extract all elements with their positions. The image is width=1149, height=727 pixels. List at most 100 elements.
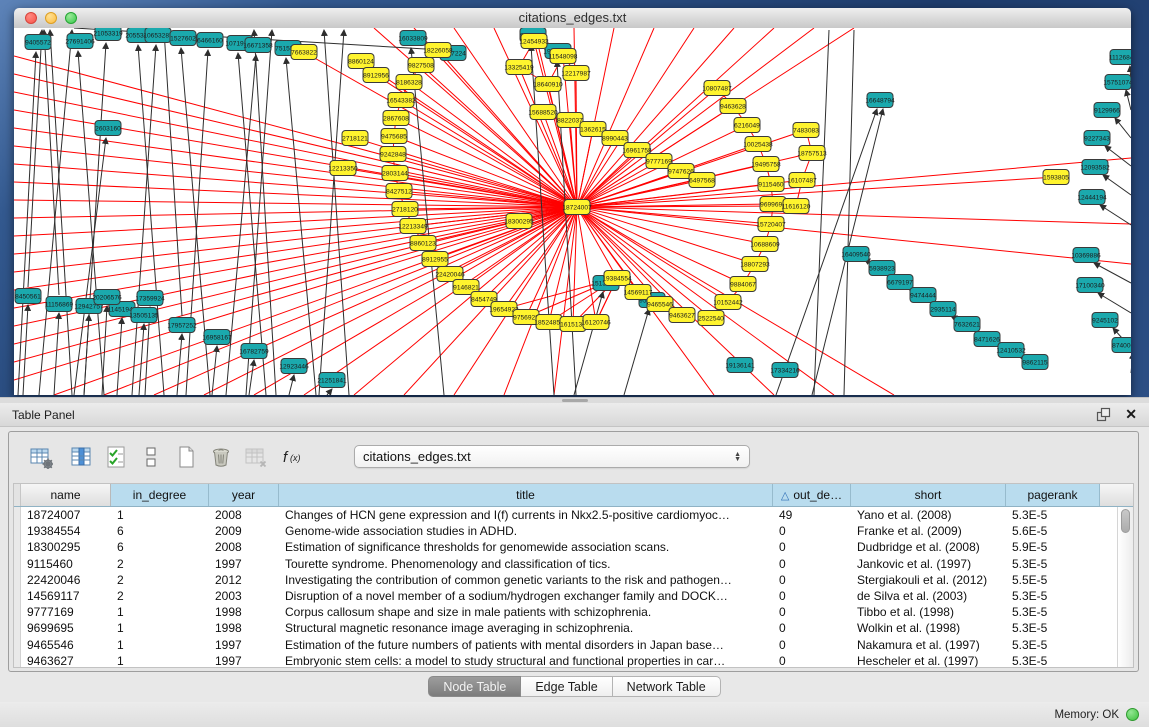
graph-node[interactable]: 16107487 [787,173,817,188]
graph-node[interactable]: 9827508 [408,58,434,73]
graph-node[interactable]: 2718121 [342,131,368,146]
graph-node[interactable]: 10152442 [713,295,743,310]
tab-network-table[interactable]: Network Table [613,676,721,697]
graph-node[interactable]: 8740069 [1112,338,1131,353]
graph-node[interactable]: 8427512 [386,184,412,199]
graph-node[interactable]: 7632621 [954,317,980,332]
column-visibility-icon[interactable] [67,443,94,470]
graph-node[interactable]: 10807487 [702,81,732,96]
table-row[interactable]: 946362711997Embryonic stem cells: a mode… [14,653,1133,668]
row-selection-icon[interactable] [102,443,129,470]
graph-node[interactable]: 10025438 [743,137,773,152]
graph-node[interactable]: 2603160 [95,121,121,136]
column-header-out_degree[interactable]: △out_de… [773,484,851,506]
graph-node[interactable]: 19384554 [602,271,632,286]
graph-node[interactable]: 13325419 [504,60,534,75]
graph-node[interactable]: 11616120 [782,199,811,214]
graph-node[interactable]: 16782759 [239,344,269,359]
graph-node[interactable]: 16958167 [202,330,232,345]
graph-node[interactable]: 9463627 [669,308,695,323]
graph-node[interactable]: 9242848 [380,147,406,162]
column-header-title[interactable]: title [279,484,773,506]
graph-node[interactable]: 12410532 [996,343,1026,358]
graph-node[interactable]: 10688609 [750,237,780,252]
graph-node[interactable]: 16033809 [398,31,428,46]
graph-node[interactable]: 8822037 [557,113,583,128]
column-header-short[interactable]: short [851,484,1006,506]
graph-node[interactable]: 18640910 [533,77,563,92]
table-row[interactable]: 946554611997Estimation of the future num… [14,637,1133,653]
tab-edge-table[interactable]: Edge Table [521,676,612,697]
graph-node[interactable]: 15720407 [756,217,786,232]
graph-node[interactable]: 2867608 [383,111,409,126]
graph-node[interactable]: 9405572 [25,35,51,50]
graph-node[interactable]: 1593805 [1043,170,1069,185]
vertical-scrollbar[interactable] [1117,507,1133,667]
graph-node[interactable]: 16671358 [243,38,273,53]
graph-node[interactable]: 8860124 [348,54,374,69]
graph-node[interactable]: 16120746 [581,315,611,330]
graph-node[interactable]: 6466160 [197,33,223,48]
graph-node[interactable]: 11126842 [1109,50,1131,65]
graph-node[interactable]: 8912955 [422,252,448,267]
graph-node[interactable]: 18757513 [797,146,827,161]
graph-node[interactable]: 7663822 [291,45,317,60]
graph-node[interactable]: 1527602 [170,31,196,46]
graph-node[interactable]: 18300295 [504,214,534,229]
graph-node[interactable]: 7483083 [793,123,819,138]
table-mode-icon[interactable] [27,443,54,470]
graph-node[interactable]: 12213349 [398,219,428,234]
graph-node[interactable]: 8471626 [974,332,1000,347]
graph-node[interactable]: 9474444 [910,288,936,303]
graph-node[interactable]: 21053319 [93,28,123,41]
network-canvas[interactable]: 9405572276914062105331920553467106532871… [14,28,1131,395]
graph-node[interactable]: 15751074 [1103,75,1131,90]
graph-node[interactable]: 8990443 [602,131,628,146]
column-header-pagerank[interactable]: pagerank [1006,484,1100,506]
graph-node[interactable]: 16543382 [386,93,416,108]
table-row[interactable]: 911546021997Tourette syndrome. Phenomeno… [14,556,1133,572]
graph-node[interactable]: 6679197 [887,275,913,290]
tab-node-table[interactable]: Node Table [428,676,521,697]
graph-node[interactable]: 12213350 [328,161,358,176]
table-row[interactable]: 1830029562008Estimation of significance … [14,539,1133,555]
graph-node[interactable]: 9475685 [381,129,407,144]
graph-node[interactable]: 11548098 [549,49,578,64]
window-titlebar[interactable]: citations_edges.txt [14,8,1131,29]
graph-node[interactable]: 17957252 [167,318,197,333]
network-table-select[interactable]: citations_edges.txt▲▼ [354,445,750,468]
graph-node[interactable]: 2935114 [930,302,956,317]
float-panel-icon[interactable] [1096,407,1111,422]
graph-node[interactable]: 20206576 [92,290,122,305]
graph-node[interactable]: 17334216 [770,363,800,378]
graph-node[interactable]: 17359924 [135,291,165,306]
graph-node[interactable]: 15688520 [528,105,558,120]
column-header-year[interactable]: year [209,484,279,506]
graph-node[interactable]: 8186328 [396,75,422,90]
graph-node[interactable]: 21251841 [317,373,347,388]
graph-node[interactable]: 13505135 [129,308,159,323]
graph-node[interactable]: 6497568 [689,173,715,188]
function-builder-icon[interactable]: f(x) [279,443,306,470]
table-row[interactable]: 1872400712008Changes of HCN gene express… [14,507,1133,523]
graph-node[interactable]: 9115460 [758,177,784,192]
graph-node[interactable]: 8860123 [410,236,436,251]
graph-node[interactable]: 12093582 [1080,160,1110,175]
graph-node[interactable]: 9884067 [730,277,756,292]
close-panel-icon[interactable]: ✕ [1125,407,1137,422]
table-row[interactable]: 977716911998Corpus callosum shape and si… [14,604,1133,620]
graph-node[interactable]: 9129966 [1094,103,1120,118]
graph-node[interactable]: 9245102 [1092,313,1118,328]
graph-node[interactable]: 12454933 [519,34,549,49]
table-row[interactable]: 969969511998Structural magnetic resonanc… [14,620,1133,636]
graph-node[interactable]: 12217987 [561,66,591,81]
table-row[interactable]: 2242004622012Investigating the contribut… [14,572,1133,588]
row-height-icon[interactable] [137,443,164,470]
graph-node[interactable]: 19495758 [751,157,781,172]
graph-node[interactable]: 16409540 [841,247,871,262]
graph-node[interactable]: 5938923 [869,261,895,276]
graph-node[interactable]: 12444194 [1077,190,1107,205]
graph-node[interactable]: 11156869 [45,297,74,312]
graph-node[interactable]: 17100340 [1075,278,1105,293]
graph-node[interactable]: 18226058 [423,43,453,58]
